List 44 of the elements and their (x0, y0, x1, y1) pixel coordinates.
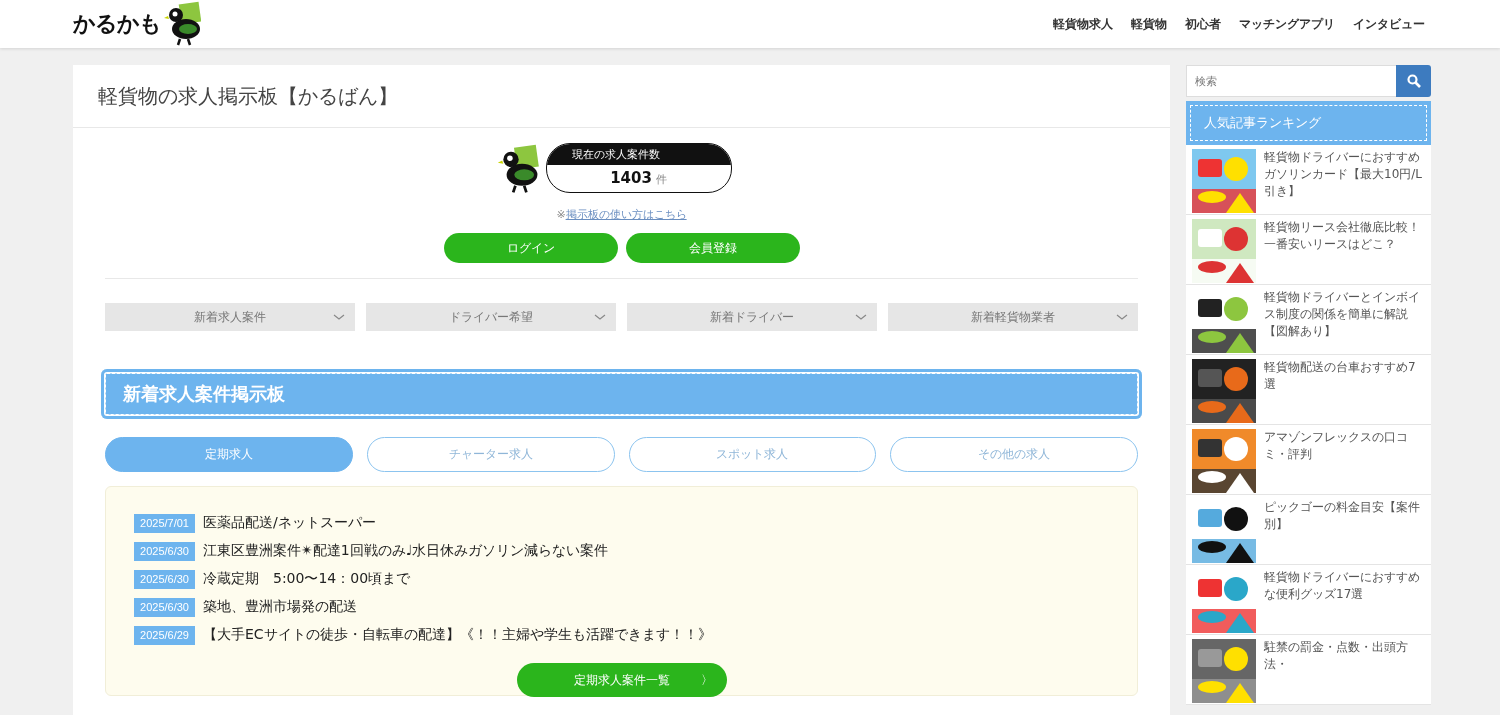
post-link[interactable]: 築地、豊洲市場発の配送 (203, 598, 357, 616)
category-dropdown[interactable]: ドライバー希望 (366, 303, 616, 331)
article-link[interactable]: ピックゴーの料金目安【案件別】 (1186, 495, 1431, 565)
category-dropdown[interactable]: 新着軽貨物業者 (888, 303, 1138, 331)
date-badge: 2025/6/30 (134, 597, 195, 617)
article-link[interactable]: 軽貨物ドライバーにおすすめな便利グッズ17選 (1186, 565, 1431, 635)
count-unit: 件 (655, 173, 667, 186)
chevron-right-icon: 〉 (700, 671, 713, 689)
post-link[interactable]: 【大手ECサイトの徒歩・自転車の配達】《！！主婦や学生も活躍できます！！》 (203, 626, 712, 644)
chevron-down-icon (333, 314, 345, 321)
post-link[interactable]: 江東区豊洲案件✴配達1回戦のみ♩水日休みガソリン減らない案件 (203, 542, 609, 560)
post-link[interactable]: 医薬品配送/ネットスーパー (203, 514, 376, 532)
count-label: 現在の求人案件数 (546, 144, 731, 165)
search-icon (1406, 74, 1421, 88)
article-link[interactable]: 駐禁の罰金・点数・出頭方法・ (1186, 635, 1431, 705)
date-badge: 2025/7/01 (134, 513, 195, 533)
help-link[interactable]: 掲示板の使い方はこちら (565, 208, 687, 221)
article-link[interactable]: 軽貨物リース会社徹底比較！一番安いリースはどこ？ (1186, 215, 1431, 285)
article-link[interactable]: 軽貨物配送の台車おすすめ7選 (1186, 355, 1431, 425)
article-link[interactable]: 軽貨物ドライバーとインボイス制度の関係を簡単に解説【図解あり】 (1186, 285, 1431, 355)
category-dropdown[interactable]: 新着ドライバー (627, 303, 877, 331)
post-link[interactable]: 冷蔵定期 5:00〜14：00頃まで (203, 570, 411, 588)
nav-link[interactable]: 初心者 (1185, 15, 1221, 33)
chevron-down-icon (855, 314, 867, 321)
article-link[interactable]: 軽貨物ドライバーにおすすめガソリンカード【最大10円/L引き】 (1186, 145, 1431, 215)
board-title: 新着求人案件掲示板 (123, 382, 285, 406)
chevron-down-icon (594, 314, 606, 321)
page-title: 軽貨物の求人掲示板【かるばん】 (98, 82, 398, 110)
article-link[interactable]: アマゾンフレックスの口コミ・評判 (1186, 425, 1431, 495)
nav-link[interactable]: インタビュー (1353, 15, 1425, 33)
search-button[interactable] (1396, 65, 1431, 97)
chevron-down-icon (1116, 314, 1128, 321)
note-mark: ※ (556, 208, 566, 221)
site-logo[interactable]: かるかも (73, 9, 161, 39)
category-dropdown[interactable]: 新着求人案件 (105, 303, 355, 331)
date-badge: 2025/6/30 (134, 541, 195, 561)
count-number: 1403 (610, 169, 652, 187)
nav-link[interactable]: 軽貨物求人 (1053, 15, 1113, 33)
nav-link[interactable]: 軽貨物 (1131, 15, 1167, 33)
ranking-title: 人気記事ランキング (1204, 114, 1321, 132)
nav-link[interactable]: マッチングアプリ (1239, 15, 1335, 33)
date-badge: 2025/6/30 (134, 569, 195, 589)
search-field[interactable]: 検索 (1186, 65, 1396, 97)
date-badge: 2025/6/29 (134, 625, 195, 645)
